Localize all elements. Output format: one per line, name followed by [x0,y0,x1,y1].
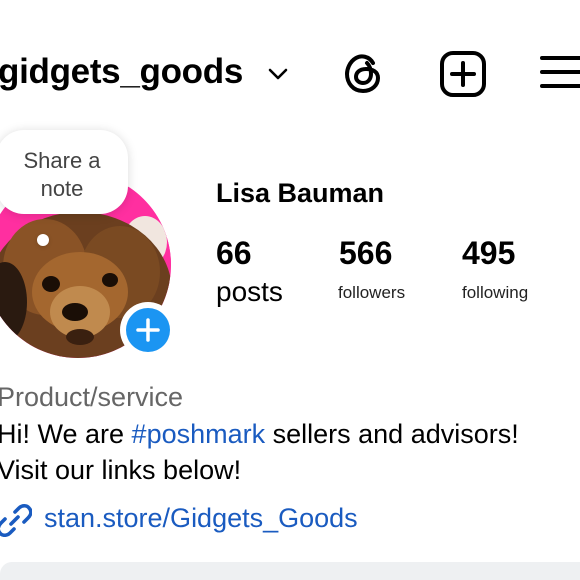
bio-text-before: Hi! We are [0,419,132,449]
bio-line-1: Hi! We are #poshmark sellers and advisor… [0,419,519,450]
note-text-line2: note [40,176,84,201]
poshmark-hashtag-link[interactable]: #poshmark [132,419,266,449]
share-note-bubble[interactable]: Share a note [0,130,128,214]
bio-line-2: Visit our links below! [0,455,242,485]
threads-icon[interactable] [340,50,386,96]
posts-count[interactable]: 66 [216,235,252,272]
link-icon [0,503,32,537]
profile-external-link[interactable]: stan.store/Gidgets_Goods [44,503,358,534]
bio-text-after: sellers and advisors! [265,419,519,449]
profile-full-name: Lisa Bauman [216,178,385,208]
note-text-line1: Share a [23,148,101,173]
chevron-down-icon[interactable] [266,64,290,84]
action-buttons-bar [0,562,580,580]
following-count[interactable]: 495 [462,235,515,272]
add-story-button[interactable] [126,308,170,352]
plus-icon [136,318,160,342]
note-bubble-tail [37,234,49,246]
followers-label[interactable]: followers [338,283,405,303]
menu-icon[interactable] [540,53,580,91]
following-label[interactable]: following [462,283,528,303]
posts-label[interactable]: posts [216,276,283,308]
followers-count[interactable]: 566 [339,235,392,272]
new-post-icon[interactable] [439,50,487,98]
profile-category: Product/service [0,382,184,412]
profile-username[interactable]: gidgets_goods [0,52,243,92]
